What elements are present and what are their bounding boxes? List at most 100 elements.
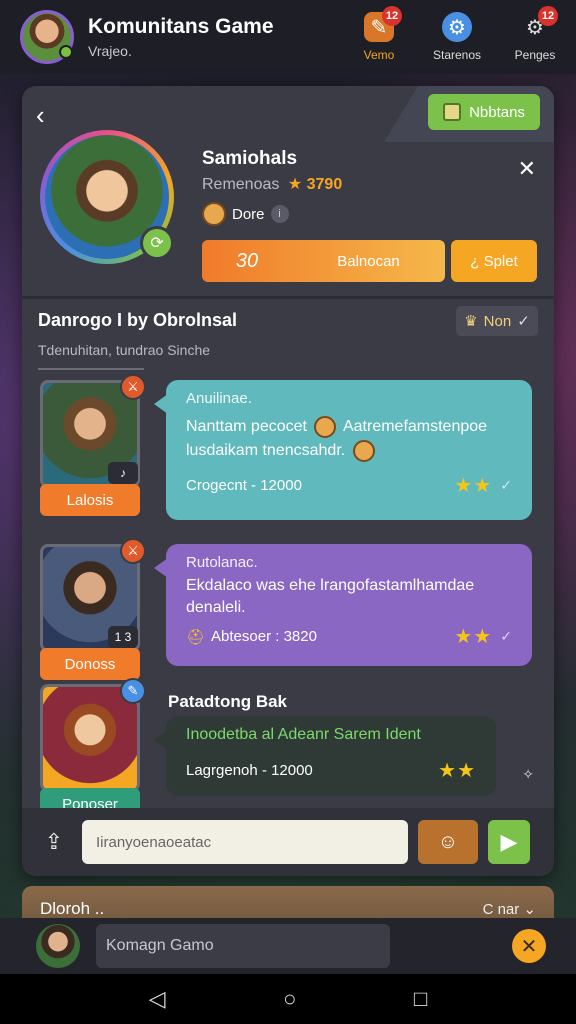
message-text-a: Nanttam pecocet xyxy=(186,418,307,435)
balance-number: 30 xyxy=(235,249,259,272)
profile-subtitle-text: Remenoas xyxy=(202,176,280,193)
author-label: Lalosis xyxy=(40,484,140,516)
nav-label: Vemo xyxy=(363,48,395,62)
face-icon xyxy=(202,202,226,226)
message-footer: Lagrgenoh - 12000 ★★ xyxy=(186,758,476,783)
author-card[interactable]: ⚔ 1 3 Donoss xyxy=(38,538,146,680)
section-underline xyxy=(38,368,144,370)
online-status-dot xyxy=(59,45,73,59)
profile-actions: 30 Balnocan ¿ Splet xyxy=(202,240,537,282)
filter-label: Non xyxy=(483,312,512,330)
home-circle-icon[interactable]: ○ xyxy=(283,986,296,1012)
nav-item-penges[interactable]: ⚙ 12 Penges xyxy=(506,6,564,62)
system-nav-bar: ◁ ○ □ xyxy=(0,974,576,1024)
balance-label: Balnocan xyxy=(337,252,400,270)
user-icon: ☺ xyxy=(437,830,459,853)
notification-badge: 12 xyxy=(382,6,402,26)
top-bar: Komunitans Game Vrajeo. ✎ 12 Vemo ⚙ Star… xyxy=(0,0,576,74)
check-icon: ✓ xyxy=(517,313,530,330)
message-header: Anuilinae. xyxy=(186,390,252,407)
user-avatar[interactable] xyxy=(20,10,74,64)
star-rating: ★★ xyxy=(438,760,476,782)
star-rating: ★★ xyxy=(454,475,493,497)
notification-badge: 12 xyxy=(538,6,558,26)
app-title: Komunitans Game xyxy=(88,15,274,38)
chevron-left-icon: ‹ xyxy=(36,100,45,130)
app-title-group: Komunitans Game Vrajeo. xyxy=(88,15,350,59)
play-icon: ▶ xyxy=(500,829,518,854)
sparkle-icon: ✧ xyxy=(522,766,534,782)
message-text: Inoodetba al Adeanr Sarem Ident xyxy=(186,726,421,743)
helmet-icon: ⛑ xyxy=(186,628,206,646)
message-meta: Lagrgenoh - 12000 xyxy=(186,762,313,779)
recents-square-icon[interactable]: □ xyxy=(414,986,427,1012)
secondary-panel-title: Dloroh .. xyxy=(40,899,105,918)
nav-item-vemo[interactable]: ✎ 12 Vemo xyxy=(350,6,408,62)
author-card[interactable]: ✎ Ponoser xyxy=(38,678,146,820)
message-header: Patadtong Bak xyxy=(168,692,288,711)
gear-cloud-icon: ⚙ xyxy=(442,12,472,42)
message-text-b: Aatremefamstenpoe xyxy=(342,418,488,435)
user-button[interactable]: ☺ xyxy=(418,820,478,864)
main-panel: ‹ Nbbtans ✕ ⟳ Samiohals Remenoas ★ 3790 … xyxy=(22,86,554,876)
message-item: ✎ Ponoser Patadtong Bak Inoodetba al Ade… xyxy=(38,678,534,820)
profile-role-label: Dore xyxy=(232,205,265,223)
author-card[interactable]: ⚔ ♪ Lalosis xyxy=(38,374,146,516)
close-icon: ✕ xyxy=(520,935,538,958)
section-title: Danrogo I by Obrolnsal xyxy=(38,310,238,330)
back-button[interactable]: ‹ xyxy=(36,100,64,130)
scroll-icon xyxy=(443,103,462,121)
send-button[interactable]: ▶ xyxy=(488,820,530,864)
message-footer: Crogecnt - 12000 ★★ ✓ xyxy=(186,473,512,498)
message-bubble[interactable]: Rutolanac. Ekdalaco was ehe lrangofastam… xyxy=(154,544,532,666)
message-bubble[interactable]: Anuilinae. Nanttam pecocet Aatremefamste… xyxy=(154,380,532,520)
feather-icon: ✎ xyxy=(120,678,146,704)
star-rating: ★★ xyxy=(454,626,493,649)
secondary-panel-action[interactable]: C nar ⌄ xyxy=(483,900,536,918)
message-header: Rutolanac. xyxy=(186,554,258,571)
filter-dropdown[interactable]: ♛ Non ✓ xyxy=(456,306,538,336)
chat-avatar[interactable] xyxy=(36,924,80,968)
divider xyxy=(22,296,554,299)
sword-icon: ⚔ xyxy=(120,538,146,564)
profile-role: Dore i xyxy=(202,202,289,226)
nav-item-starenos[interactable]: ⚙ Starenos xyxy=(428,12,486,62)
close-button[interactable]: ✕ xyxy=(512,929,546,963)
check-icon: ✓ xyxy=(500,477,512,493)
chat-input[interactable] xyxy=(96,924,390,968)
face-emoji-icon xyxy=(314,415,337,438)
tag-button[interactable]: Nbbtans xyxy=(428,94,540,130)
music-icon: ♪ xyxy=(108,462,138,484)
close-icon: ✕ xyxy=(517,156,536,181)
check-icon: ✓ xyxy=(500,628,512,645)
close-button[interactable]: ✕ xyxy=(518,156,536,182)
nav-label: Penges xyxy=(514,48,556,62)
share-icon: ⇪ xyxy=(44,829,64,854)
message-meta: Abtesoer : 3820 xyxy=(211,628,317,646)
message-item: ⚔ 1 3 Donoss Rutolanac. Ekdalaco was ehe… xyxy=(38,538,534,680)
profile-score: ★ 3790 xyxy=(287,176,343,193)
back-triangle-icon[interactable]: ◁ xyxy=(149,986,166,1012)
crown-icon: ♛ xyxy=(464,313,478,330)
author-label: Donoss xyxy=(40,648,140,680)
message-bubble[interactable]: Inoodetba al Adeanr Sarem Ident Lagrgeno… xyxy=(154,716,496,796)
message-meta: Crogecnt - 12000 xyxy=(186,477,302,494)
info-icon[interactable]: i xyxy=(270,205,289,223)
message-text-c: lusdaikam tnencsahdr. xyxy=(186,442,346,459)
message-input-bar: ⇪ ☺ ▶ xyxy=(22,808,554,876)
profile-name: Samiohals xyxy=(202,148,298,169)
nav-label: Starenos xyxy=(432,48,482,62)
share-button[interactable]: ⇪ xyxy=(36,824,72,860)
message-text: Ekdalaco was ehe lrangofastamlhamdae den… xyxy=(186,577,475,616)
profile-avatar[interactable]: ⟳ xyxy=(40,130,174,264)
split-button[interactable]: ¿ Splet xyxy=(451,240,537,282)
message-item: ⚔ ♪ Lalosis Anuilinae. Nanttam pecocet A… xyxy=(38,374,534,520)
refresh-icon[interactable]: ⟳ xyxy=(140,226,174,260)
message-input[interactable] xyxy=(82,820,408,864)
balance-button[interactable]: 30 Balnocan xyxy=(202,240,445,282)
level-chip: 1 3 xyxy=(108,626,138,648)
section-subtitle: Tdenuhitan, tundrao Sinche xyxy=(38,342,211,358)
message-footer: ⛑ Abtesoer : 3820 ★★ ✓ xyxy=(186,624,512,649)
tag-button-label: Nbbtans xyxy=(469,103,525,121)
face-emoji-icon xyxy=(352,439,375,462)
